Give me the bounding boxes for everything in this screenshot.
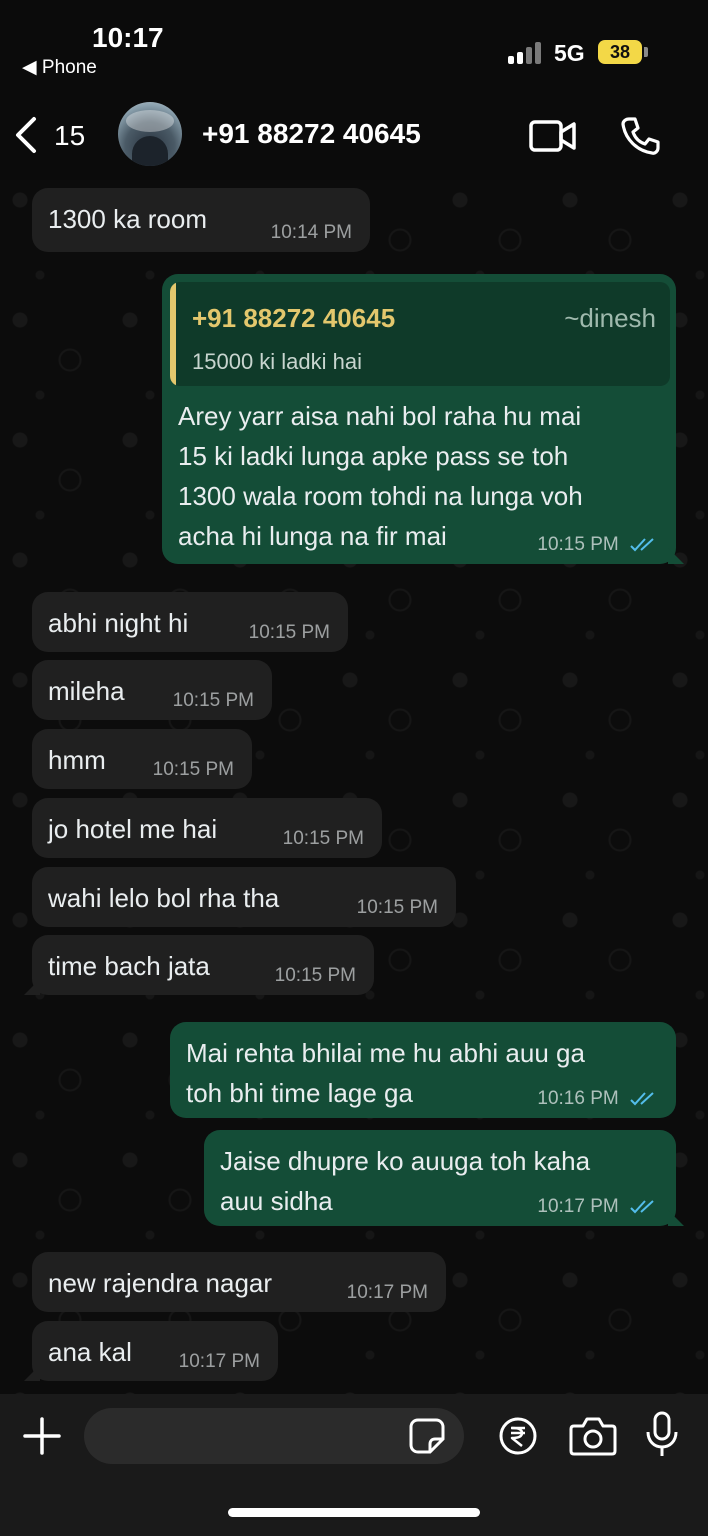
quote-alias: ~dinesh (564, 303, 656, 333)
message-time: 10:17 PM (537, 1196, 658, 1218)
message-text: 1300 ka room (48, 204, 207, 234)
message-time-label: 10:17 PM (537, 1196, 619, 1217)
message-text: abhi night hi (48, 608, 189, 638)
sticker-button[interactable] (408, 1417, 446, 1455)
bubble-tail (668, 548, 684, 564)
message-incoming[interactable]: 1300 ka room 10:14 PM (32, 188, 370, 252)
back-chevron-icon (16, 117, 36, 153)
status-bar: 10:17 ◀ Phone 5G 38 (0, 0, 708, 90)
message-incoming[interactable]: ana kal 10:17 PM (24, 1321, 278, 1381)
message-input-bar (0, 1394, 708, 1536)
message-time: 10:15 PM (274, 965, 356, 986)
attach-button[interactable] (22, 1416, 62, 1456)
double-check-icon (630, 1092, 654, 1106)
message-time: 10:14 PM (270, 222, 352, 243)
video-call-icon (529, 120, 576, 152)
payment-button[interactable] (498, 1416, 538, 1456)
message-incoming[interactable]: new rajendra nagar 10:17 PM (32, 1252, 446, 1312)
sticker-icon (409, 1418, 445, 1454)
message-time: 10:15 PM (356, 897, 438, 918)
message-time: 10:17 PM (178, 1351, 260, 1372)
message-input[interactable] (84, 1408, 464, 1464)
double-check-icon (630, 538, 654, 552)
message-incoming[interactable]: hmm 10:15 PM (32, 729, 252, 789)
quoted-message[interactable]: +91 88272 40645 ~dinesh 15000 ki ladki h… (170, 282, 670, 386)
message-text: jo hotel me hai (48, 814, 218, 844)
message-incoming[interactable]: jo hotel me hai 10:15 PM (32, 798, 382, 858)
message-incoming[interactable]: wahi lelo bol rha tha 10:15 PM (32, 867, 456, 927)
message-text: Arey yarr aisa nahi bol raha hu mai 15 k… (178, 401, 583, 551)
quote-accent-bar (170, 282, 176, 386)
back-to-app-link[interactable]: ◀ Phone (22, 56, 97, 79)
contact-name[interactable]: +91 88272 40645 (202, 118, 421, 150)
camera-icon (569, 1417, 617, 1456)
quote-text: 15000 ki ladki hai (192, 349, 363, 374)
message-text: hmm (48, 745, 106, 775)
chat-area[interactable]: 1300 ka room 10:14 PM +91 88272 40645 ~d… (0, 180, 708, 1394)
message-time: 10:16 PM (537, 1088, 658, 1110)
message-time-label: 10:15 PM (537, 534, 619, 555)
message-outgoing[interactable]: Mai rehta bhilai me hu abhi auu ga toh b… (170, 1022, 676, 1118)
rupee-icon (499, 1417, 537, 1455)
message-time: 10:15 PM (248, 622, 330, 643)
message-incoming[interactable]: mileha 10:15 PM (32, 660, 272, 720)
message-time: 10:17 PM (346, 1282, 428, 1303)
message-time: 10:15 PM (282, 828, 364, 849)
message-time: 10:15 PM (152, 759, 234, 780)
battery-icon: 38 (598, 40, 642, 64)
avatar[interactable] (118, 102, 182, 166)
bubble-tail (668, 1210, 684, 1226)
message-text: mileha (48, 676, 125, 706)
video-call-button[interactable] (528, 118, 578, 154)
message-outgoing[interactable]: Jaise dhupre ko auuga toh kaha auu sidha… (204, 1130, 684, 1226)
plus-icon (23, 1417, 61, 1455)
microphone-icon (646, 1411, 678, 1456)
status-time: 10:17 (92, 22, 164, 53)
quote-author: +91 88272 40645 (192, 303, 396, 333)
voice-call-button[interactable] (620, 116, 660, 156)
network-label: 5G (554, 40, 585, 66)
phone-call-icon (621, 117, 660, 155)
chat-header: 15 +91 88272 40645 (0, 90, 708, 180)
home-indicator (228, 1508, 480, 1517)
message-time: 10:15 PM (172, 690, 254, 711)
message-time: 10:15 PM (537, 534, 658, 556)
message-incoming[interactable]: time bach jata 10:15 PM (24, 935, 374, 995)
message-incoming[interactable]: abhi night hi 10:15 PM (32, 592, 348, 652)
unread-count: 15 (54, 120, 86, 151)
camera-button[interactable] (568, 1414, 618, 1458)
message-outgoing-reply[interactable]: +91 88272 40645 ~dinesh 15000 ki ladki h… (162, 274, 684, 564)
message-text: ana kal (48, 1337, 132, 1367)
message-text: time bach jata (48, 951, 210, 981)
message-text: wahi lelo bol rha tha (48, 883, 280, 913)
back-button[interactable]: 15 (14, 114, 94, 158)
bubble-tail (24, 979, 40, 995)
battery-tip (644, 47, 648, 57)
voice-message-button[interactable] (644, 1410, 680, 1460)
bubble-tail (24, 1365, 40, 1381)
signal-icon (508, 42, 544, 64)
message-time-label: 10:16 PM (537, 1088, 619, 1109)
double-check-icon (630, 1200, 654, 1214)
message-text: new rajendra nagar (48, 1268, 273, 1298)
